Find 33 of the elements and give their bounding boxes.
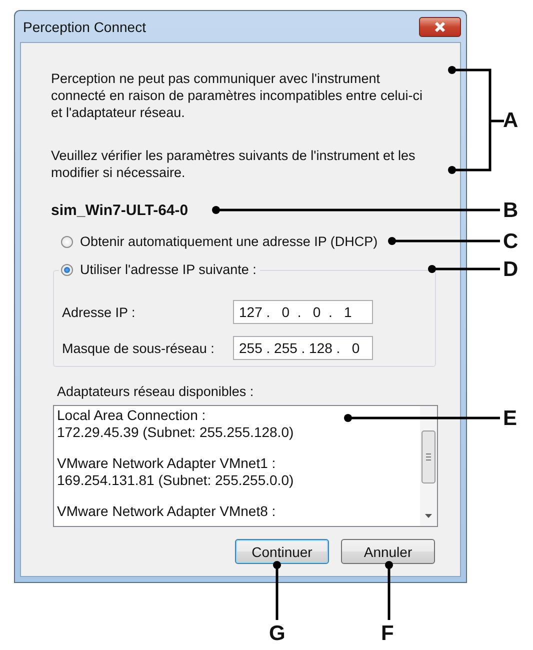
dialog-button[interactable]: Continuer: [235, 539, 329, 564]
adapter-name: Local Area Connection :: [57, 407, 207, 424]
leader-line: [385, 561, 393, 620]
radio-button[interactable]: [61, 236, 73, 248]
radio-label: Obtenir automatiquement une adresse IP (DHCP): [80, 233, 378, 250]
field-label: Masque de sous-réseau :: [62, 340, 216, 356]
radio-button[interactable]: [61, 264, 73, 276]
adapters-label: Adaptateurs réseau disponibles :: [57, 385, 255, 399]
instrument-name: sim_Win7-ULT-64-0: [51, 202, 188, 219]
callout-letter: C: [503, 231, 518, 252]
callout-letter: G: [269, 623, 286, 644]
adapter-address: 169.254.131.81 (Subnet: 255.255.0.0): [57, 472, 295, 489]
adapter-name: VMware Network Adapter VMnet1 :: [57, 455, 277, 472]
field-label: Adresse IP :: [62, 304, 136, 320]
callout-letter: E: [503, 408, 518, 429]
adapter-address: 172.29.45.39 (Subnet: 255.255.128.0): [57, 424, 295, 441]
close-button[interactable]: [419, 16, 461, 36]
ip-input-field[interactable]: 127 . 0 . 0 . 1: [233, 300, 373, 324]
callout-letter: A: [503, 110, 518, 131]
close-icon: [433, 20, 447, 32]
window-title: Perception Connect: [22, 18, 146, 34]
message-text: Perception ne peut pas communiquer avec l'instrument connecté en raison de paramètres incompatibles entre celui-ci et l'adaptateur réseau.: [51, 70, 424, 121]
leader-line: [273, 561, 281, 620]
leader-line: [428, 265, 500, 273]
callout-letter: D: [503, 259, 518, 280]
dialog-button[interactable]: Annuler: [341, 539, 435, 564]
scrollbar[interactable]: [420, 406, 437, 526]
callout-letter: B: [503, 200, 518, 221]
message-text: Veuillez vérifier les paramètres suivants de l'instrument et les modifier si nécessaire.: [51, 147, 416, 181]
ip-input-field[interactable]: 255 . 255 . 128 . 0: [233, 336, 373, 360]
callout-letter: F: [381, 623, 394, 644]
adapter-name: VMware Network Adapter VMnet8 :: [57, 503, 277, 520]
radio-label: Utiliser l'adresse IP suivante :: [80, 261, 256, 278]
